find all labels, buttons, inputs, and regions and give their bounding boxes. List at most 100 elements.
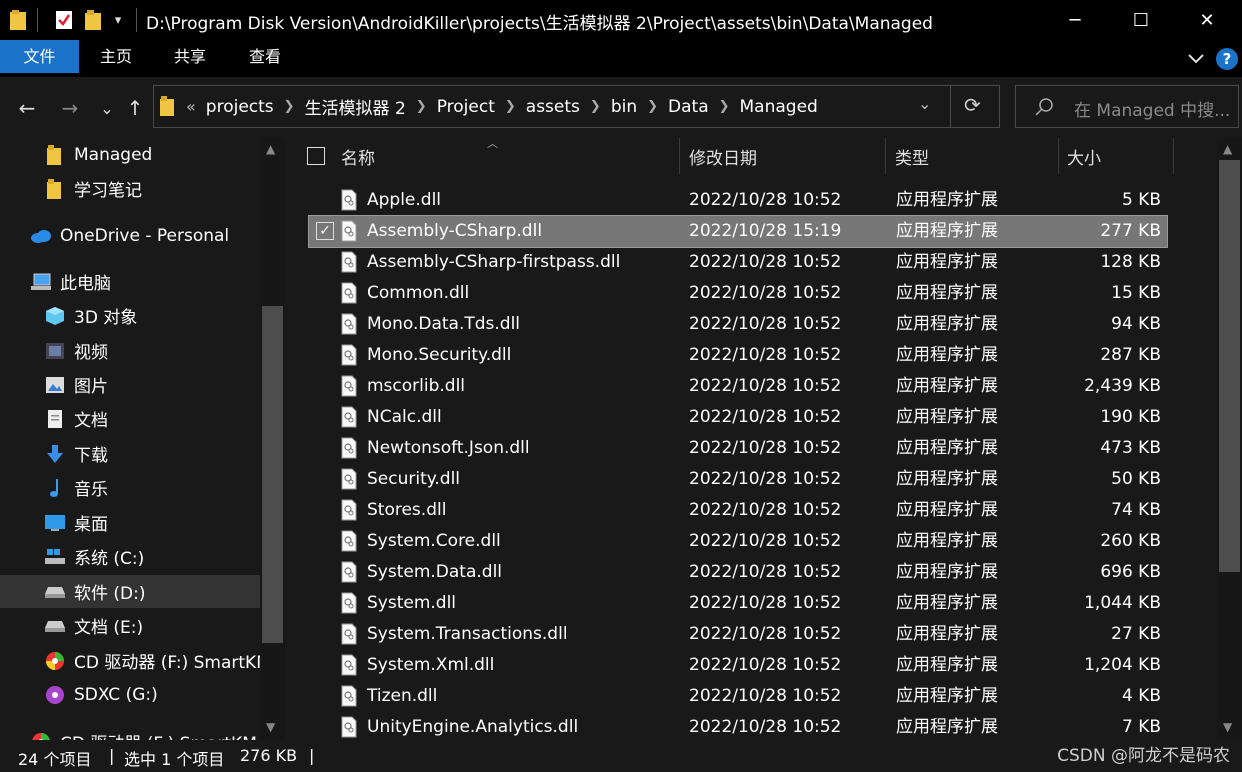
scroll-down-icon[interactable]: ▼ — [266, 720, 275, 734]
file-row[interactable]: mscorlib.dll 2022/10/28 10:52 应用程序扩展 2,439 … — [309, 371, 1167, 402]
file-row[interactable]: NCalc.dll 2022/10/28 10:52 应用程序扩展 190 KB — [309, 402, 1167, 433]
column-divider[interactable] — [885, 138, 886, 174]
search-box[interactable]: 在 Managed 中搜... — [1015, 85, 1239, 128]
back-button[interactable]: ← — [12, 93, 42, 123]
file-row[interactable]: System.Data.dll 2022/10/28 10:52 应用程序扩展 696… — [309, 557, 1167, 588]
sidebar-item[interactable]: 音乐 — [0, 471, 260, 504]
scroll-up-icon[interactable]: ▲ — [266, 142, 275, 156]
sidebar-item-label: CD 驱动器 (F:) SmartKM — [74, 653, 271, 673]
sidebar-item[interactable]: 学习笔记 — [0, 172, 260, 205]
sidebar-item[interactable]: 此电脑 — [0, 265, 260, 298]
quick-access-dropdown[interactable]: ▾ — [110, 9, 126, 31]
file-row[interactable]: Newtonsoft.Json.dll 2022/10/28 10:52 应用程序扩… — [309, 433, 1167, 464]
file-row[interactable]: UnityEngine.Analytics.dll 2022/10/28 10:5… — [309, 712, 1167, 740]
sidebar-item[interactable]: 图片 — [0, 368, 260, 401]
file-date: 2022/10/28 10:52 — [689, 531, 842, 551]
breadcrumb-game[interactable]: 生活模拟器 2 — [295, 94, 416, 119]
forward-button[interactable]: → — [55, 93, 85, 123]
properties-icon[interactable] — [52, 9, 76, 31]
breadcrumb-separator-icon[interactable]: ❯ — [590, 99, 601, 114]
recent-locations-button[interactable]: ⌄ — [92, 93, 122, 123]
column-header-name[interactable]: 名称 — [341, 138, 375, 174]
tab-view[interactable]: 查看 — [235, 40, 295, 73]
help-button[interactable]: ? — [1216, 48, 1238, 70]
tab-home[interactable]: 主页 — [86, 40, 146, 73]
sidebar-item[interactable]: Managed — [0, 138, 260, 171]
file-list-scrollbar[interactable]: ▲ ▼ — [1217, 138, 1242, 740]
breadcrumb-managed[interactable]: Managed — [730, 97, 828, 117]
refresh-button[interactable]: ⟳ — [964, 93, 981, 117]
file-name: System.Data.dll — [367, 562, 503, 582]
file-row[interactable]: Mono.Security.dll 2022/10/28 10:52 应用程序扩展 2… — [309, 340, 1167, 371]
file-row[interactable]: Apple.dll 2022/10/28 10:52 应用程序扩展 5 KB — [309, 185, 1167, 216]
file-row[interactable]: Common.dll 2022/10/28 10:52 应用程序扩展 15 KB — [309, 278, 1167, 309]
file-row[interactable]: Tizen.dll 2022/10/28 10:52 应用程序扩展 4 KB — [309, 681, 1167, 712]
sidebar-item[interactable]: 系统 (C:) — [0, 540, 260, 573]
minimize-button[interactable]: ─ — [1042, 0, 1108, 40]
scroll-up-icon[interactable]: ▲ — [1223, 142, 1232, 156]
file-row[interactable]: System.Core.dll 2022/10/28 10:52 应用程序扩展 260… — [309, 526, 1167, 557]
up-button[interactable]: ↑ — [120, 93, 150, 123]
column-divider[interactable] — [1173, 138, 1174, 174]
column-header-date[interactable]: 修改日期 — [689, 138, 757, 174]
breadcrumb-separator-icon[interactable]: ❯ — [416, 99, 427, 114]
sidebar-item[interactable]: 下载 — [0, 437, 260, 470]
scroll-down-icon[interactable]: ▼ — [1223, 720, 1232, 734]
breadcrumb-separator-icon[interactable]: ❯ — [505, 99, 516, 114]
sidebar-item-label: OneDrive - Personal — [60, 225, 230, 246]
search-input[interactable]: 在 Managed 中搜... — [1074, 96, 1230, 121]
file-row[interactable]: Security.dll 2022/10/28 10:52 应用程序扩展 50 KB — [309, 464, 1167, 495]
new-folder-icon[interactable] — [83, 9, 105, 31]
breadcrumb-separator-icon[interactable]: ❯ — [284, 99, 295, 114]
breadcrumb-projects[interactable]: projects — [196, 97, 284, 117]
file-row[interactable]: Stores.dll 2022/10/28 10:52 应用程序扩展 74 KB — [309, 495, 1167, 526]
sidebar-scroll-thumb[interactable] — [262, 306, 283, 643]
sidebar-item[interactable]: 文档 — [0, 402, 260, 435]
sidebar-item[interactable]: CD 驱动器 (F:) SmartKM — [0, 725, 260, 740]
sidebar-item[interactable]: 软件 (D:) — [0, 575, 260, 608]
sidebar-item[interactable]: CD 驱动器 (F:) SmartKM — [0, 644, 271, 677]
sidebar-item[interactable]: 桌面 — [0, 506, 260, 539]
file-date: 2022/10/28 10:52 — [689, 500, 842, 520]
file-date: 2022/10/28 10:52 — [689, 252, 842, 272]
file-list-scroll-thumb[interactable] — [1219, 160, 1240, 572]
select-all-checkbox[interactable] — [307, 147, 325, 165]
column-divider[interactable] — [679, 138, 680, 174]
maximize-button[interactable]: ☐ — [1108, 0, 1174, 40]
sidebar-item[interactable]: OneDrive - Personal — [0, 219, 260, 252]
address-overflow[interactable]: « — [186, 97, 196, 116]
row-checkbox[interactable]: ✓ — [316, 222, 334, 240]
tab-file[interactable]: 文件 — [0, 40, 79, 73]
breadcrumb-project[interactable]: Project — [427, 97, 505, 117]
breadcrumb-separator-icon[interactable]: ❯ — [647, 99, 658, 114]
column-header-size[interactable]: 大小 — [1067, 138, 1101, 174]
breadcrumb-data[interactable]: Data — [658, 97, 719, 117]
file-row[interactable]: System.Transactions.dll 2022/10/28 10:52 应… — [309, 619, 1167, 650]
document-icon — [44, 408, 66, 430]
chevron-down-icon[interactable] — [1186, 48, 1208, 68]
file-row[interactable]: System.dll 2022/10/28 10:52 应用程序扩展 1,044 KB — [309, 588, 1167, 619]
file-row[interactable]: Assembly-CSharp-firstpass.dll 2022/10/28 … — [309, 247, 1167, 278]
sidebar-item[interactable]: 3D 对象 — [0, 299, 260, 332]
address-dropdown-button[interactable]: ⌄ — [918, 94, 931, 113]
column-header-type[interactable]: 类型 — [895, 138, 929, 174]
breadcrumb-assets[interactable]: assets — [516, 97, 590, 117]
file-row[interactable]: System.Xml.dll 2022/10/28 10:52 应用程序扩展 1,20… — [309, 650, 1167, 681]
dll-file-icon — [341, 561, 357, 583]
file-row[interactable]: ✓ Assembly-CSharp.dll 2022/10/28 15:19 应用程序… — [308, 215, 1168, 248]
tab-share[interactable]: 共享 — [160, 40, 220, 73]
file-name: mscorlib.dll — [367, 376, 466, 396]
sidebar-item[interactable]: 视频 — [0, 334, 260, 367]
address-bar[interactable]: « projects ❯ 生活模拟器 2 ❯ Project ❯ assets … — [153, 85, 1000, 128]
sidebar-item[interactable]: SDXC (G:) — [0, 678, 260, 711]
breadcrumb-bin[interactable]: bin — [601, 97, 647, 117]
breadcrumb-separator-icon[interactable]: ❯ — [719, 99, 730, 114]
column-divider[interactable] — [1058, 138, 1059, 174]
file-size: 2,439 KB — [1084, 376, 1161, 396]
file-row[interactable]: Mono.Data.Tds.dll 2022/10/28 10:52 应用程序扩展 9… — [309, 309, 1167, 340]
close-button[interactable]: ✕ — [1174, 0, 1240, 40]
sidebar-scrollbar[interactable]: ▲ ▼ — [260, 138, 285, 740]
file-date: 2022/10/28 15:19 — [689, 221, 842, 241]
sidebar-item[interactable]: 文档 (E:) — [0, 609, 260, 642]
file-size: 4 KB — [1121, 686, 1161, 706]
